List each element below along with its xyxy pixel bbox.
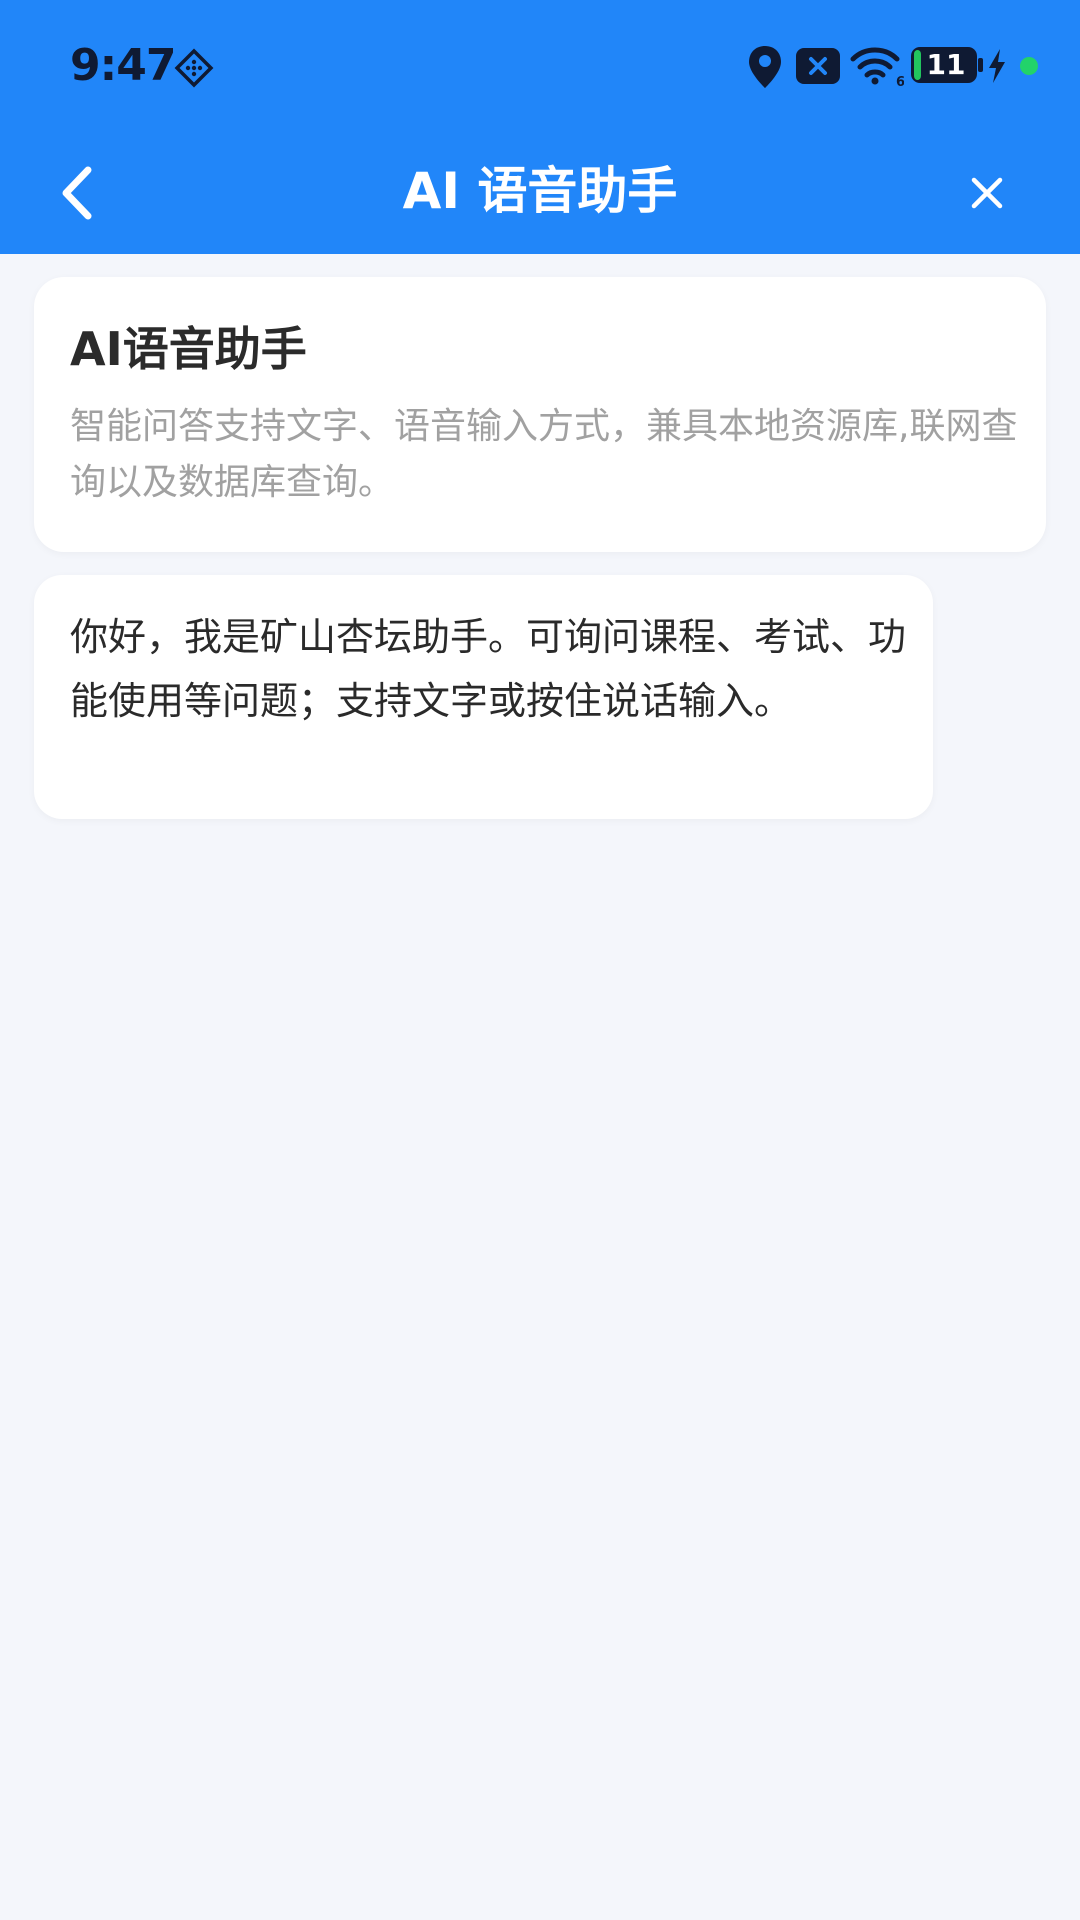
- location-pin-icon: [749, 46, 781, 88]
- status-bar: 9:47 6 11: [0, 0, 1080, 132]
- page-title: AI 语音助手: [402, 162, 678, 220]
- battery-level: 11: [926, 48, 966, 81]
- wifi-6-icon: 6: [850, 47, 904, 88]
- close-icon[interactable]: [952, 158, 1022, 228]
- status-time: 9:47: [70, 40, 176, 91]
- intro-card-description: 智能问答支持文字、语音输入方式，兼具本地资源库,联网查询以及数据库查询。: [70, 406, 1018, 503]
- assistant-message-text: 你好，我是矿山杏坛助手。可询问课程、考试、功能使用等问题；支持文字或按住说话输入…: [70, 615, 907, 723]
- chevron-left-icon[interactable]: [44, 158, 114, 228]
- sim-off-icon: [796, 48, 840, 84]
- assistant-message-bubble: 你好，我是矿山杏坛助手。可询问课程、考试、功能使用等问题；支持文字或按住说话输入…: [34, 575, 933, 819]
- svg-text:6: 6: [896, 75, 904, 88]
- privacy-dot-icon: [1020, 57, 1038, 75]
- charging-bolt-icon: [989, 49, 1005, 83]
- nav-bar: AI 语音助手: [0, 132, 1080, 254]
- nfc-diamond-icon: [174, 48, 214, 88]
- intro-card: AI语音助手 智能问答支持文字、语音输入方式，兼具本地资源库,联网查询以及数据库…: [34, 277, 1046, 552]
- intro-card-title: AI语音助手: [70, 322, 307, 376]
